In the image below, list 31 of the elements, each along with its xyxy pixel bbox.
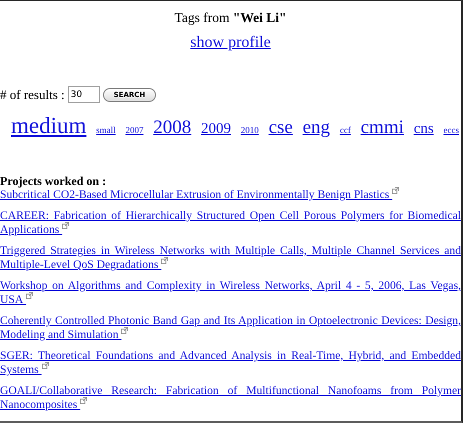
results-label: # of results : [0, 86, 65, 102]
tag-link[interactable]: eng [302, 117, 330, 139]
external-link-icon [26, 292, 34, 299]
results-input[interactable]: 30 [68, 86, 100, 103]
external-link-icon [42, 362, 49, 369]
tag-link[interactable]: cmmi [360, 117, 404, 139]
external-link-icon [161, 257, 168, 264]
external-link-icon [121, 327, 128, 334]
project-link[interactable]: Workshop on Algorithms and Complexity in Wireless Networks, April 4 - 5, 2006, Las Vegas, USA [0, 280, 461, 306]
tag-link[interactable]: 2010 [240, 125, 259, 135]
tag-link[interactable]: eccs [443, 125, 459, 135]
tag-link[interactable]: cns [414, 121, 434, 138]
tag-link[interactable]: ccf [340, 125, 351, 135]
external-link-icon [80, 397, 88, 404]
tag-link[interactable]: cse [268, 117, 293, 139]
project-link[interactable]: GOALI/Collaborative Research: Fabrication of Multifunctional Nanofoams from Polymer Nanocomposites [0, 385, 461, 411]
project-link[interactable]: Subcritical CO2-Based Microcellular Extrusion of Environmentally Benign Plastics [0, 187, 461, 201]
tag-link[interactable]: small [96, 125, 116, 135]
tag-link[interactable]: 2008 [153, 117, 192, 139]
tag-link[interactable]: 2009 [201, 121, 232, 138]
external-link-icon [392, 187, 400, 194]
project-link[interactable]: CAREER: Fabrication of Hierarchically Structured Open Cell Porous Polymers for Biomedical Applications [0, 210, 461, 236]
project-link[interactable]: Triggered Strategies in Wireless Networks with Multiple Calls, Multiple Channel Services and Multiple-Level QoS Degradations [0, 245, 461, 271]
project-link[interactable]: Coherently Controlled Photonic Band Gap and Its Application in Optoelectronic Devices: Design, Modeling and Simulation [0, 315, 461, 341]
external-link-icon [62, 222, 70, 229]
page-title: Tags from "Wei Li" [174, 10, 288, 26]
tag-link[interactable]: medium [11, 113, 86, 139]
show-profile-link[interactable]: show profile [190, 34, 271, 51]
project-link[interactable]: SGER: Theoretical Foundations and Advanced Analysis in Real-Time, Hybrid, and Embedded Systems [0, 350, 461, 376]
projects-heading: Projects worked on : [0, 175, 108, 187]
tag-link[interactable]: 2007 [125, 125, 144, 135]
